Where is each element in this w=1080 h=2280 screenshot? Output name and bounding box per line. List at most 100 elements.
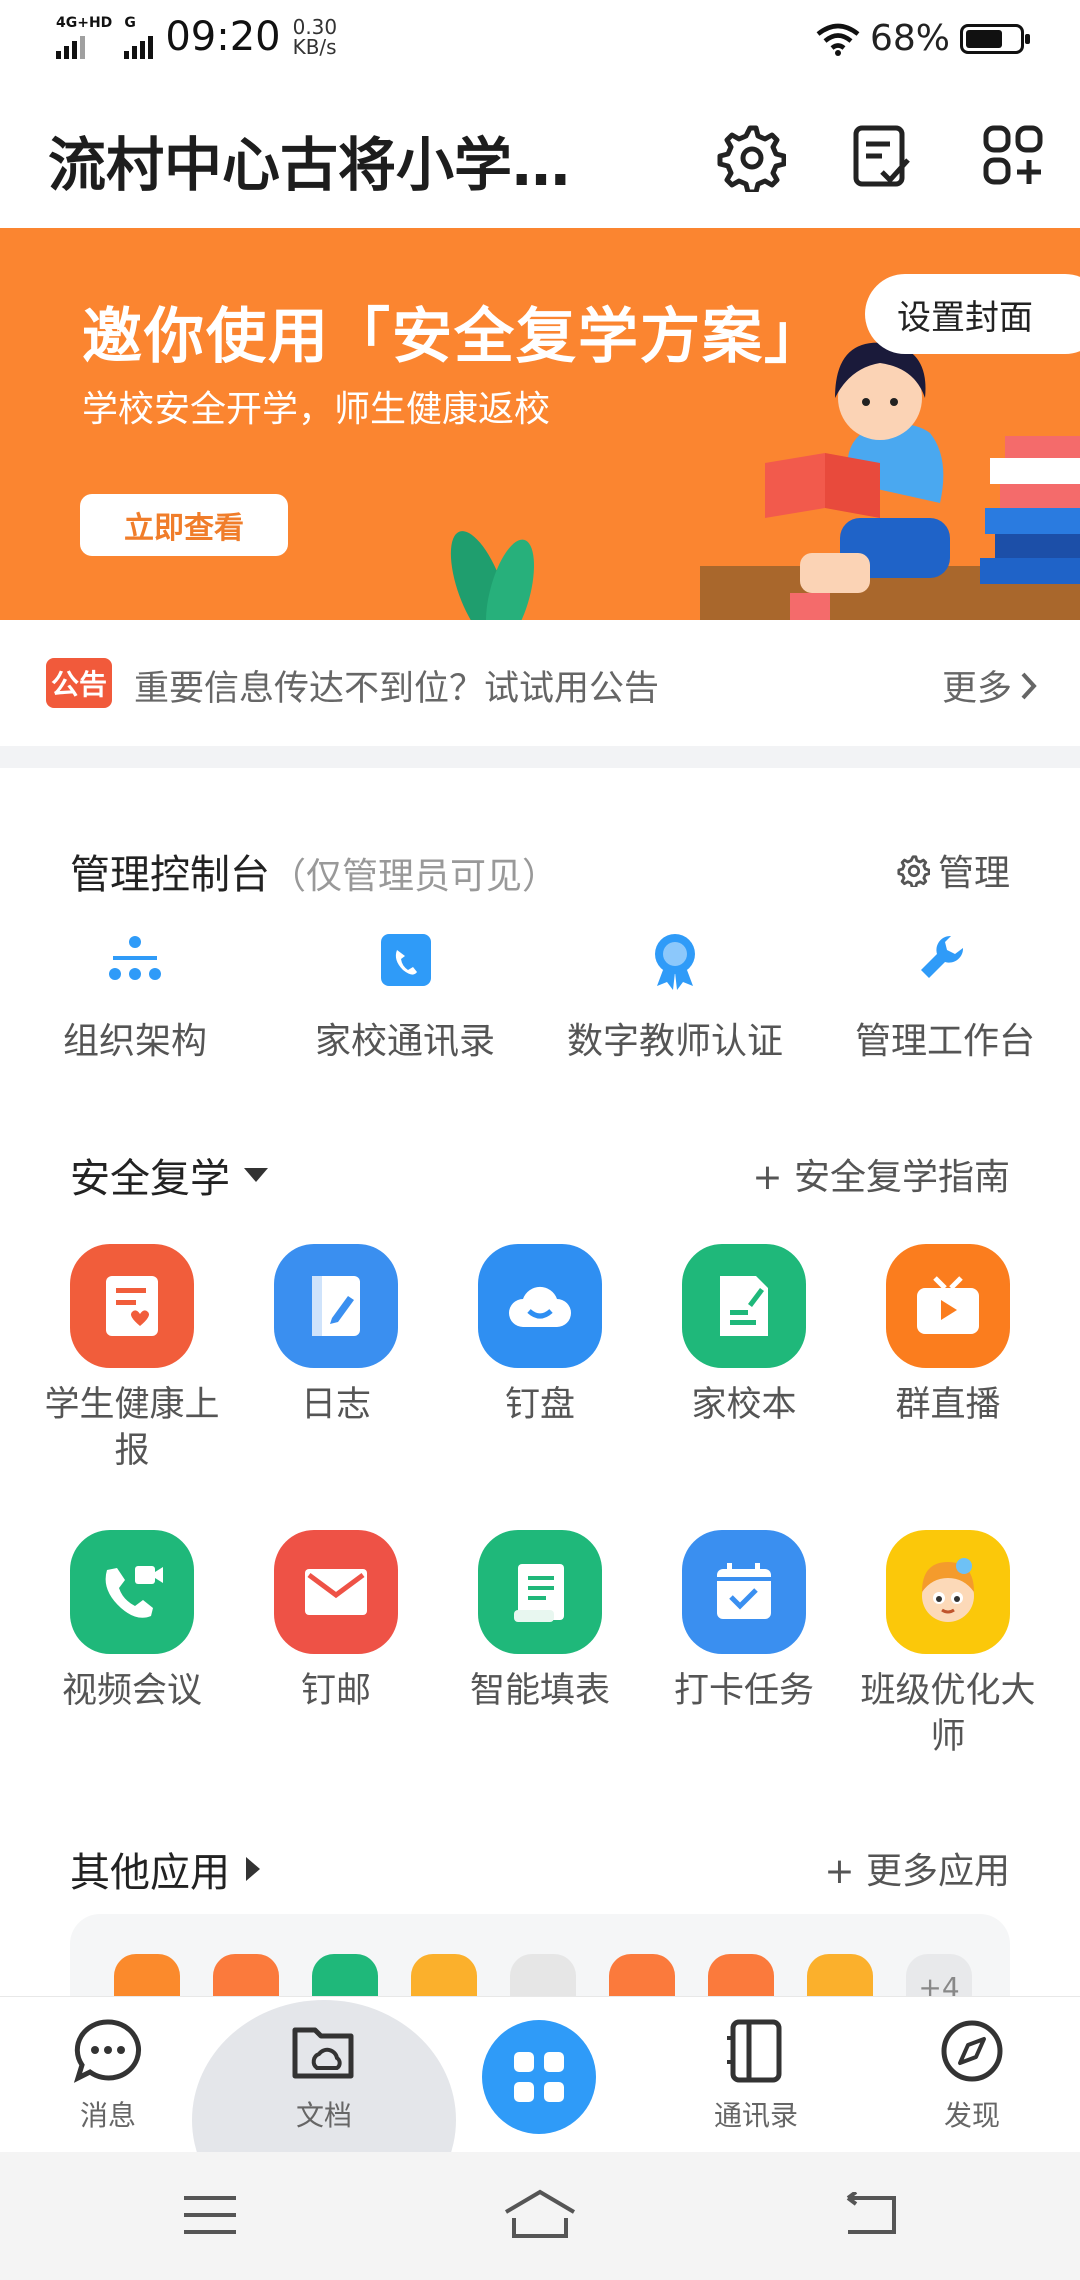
notice-more-link[interactable]: 更多 xyxy=(942,660,1038,711)
network-label-2: G xyxy=(124,15,136,31)
checklist-icon[interactable] xyxy=(846,120,918,192)
speed-unit: KB/s xyxy=(292,35,337,59)
app-mail[interactable]: 钉邮 xyxy=(234,1530,438,1714)
chevron-right-icon xyxy=(1021,672,1037,699)
mail-icon xyxy=(274,1530,398,1654)
app-label: 智能填表 xyxy=(469,1671,610,1711)
nav-discover[interactable]: 发现 xyxy=(902,2018,1042,2134)
nav-label: 文档 xyxy=(295,2099,352,2132)
notice-bar[interactable]: 公告 重要信息传达不到位？试试用公告 更多 xyxy=(0,620,1080,746)
admin-console-subtitle: （仅管理员可见） xyxy=(270,856,559,897)
admin-item-contacts[interactable]: 家校通讯录 xyxy=(270,930,540,1064)
nav-contacts[interactable]: 通讯录 xyxy=(686,2018,826,2134)
menu-icon[interactable] xyxy=(180,2192,240,2238)
nav-docs[interactable]: 文档 xyxy=(254,2018,394,2134)
settings-icon[interactable] xyxy=(714,120,787,195)
promo-banner[interactable]: 邀你使用「安全复学方案」 学校安全开学，师生健康返校 立即查看 设置封面 xyxy=(0,228,1080,620)
chat-bubble-icon xyxy=(73,2019,142,2083)
app-video-meeting[interactable]: 视频会议 xyxy=(30,1530,234,1714)
status-bar: 4G+HD G 09:20 0.30 KB/s 68% xyxy=(0,0,1080,80)
app-smart-form[interactable]: 智能填表 xyxy=(438,1530,642,1714)
home-icon[interactable] xyxy=(500,2188,580,2240)
address-book-icon xyxy=(727,2019,782,2083)
calendar-check-icon xyxy=(682,1530,806,1654)
signal-icon-2 xyxy=(124,31,154,59)
girl-reading-illustration xyxy=(450,342,1080,620)
admin-item-label: 管理工作台 xyxy=(854,1021,1035,1062)
caret-down-icon xyxy=(244,1168,268,1182)
app-label: 视频会议 xyxy=(61,1671,202,1711)
compass-icon xyxy=(941,2020,1003,2082)
notice-text[interactable]: 重要信息传达不到位？试试用公告 xyxy=(134,660,659,711)
other-apps-header[interactable]: 其他应用 xyxy=(70,1840,262,1898)
nav-messages[interactable]: 消息 xyxy=(38,2018,178,2134)
admin-console-header: 管理控制台 （仅管理员可见） xyxy=(70,842,558,900)
org-title[interactable]: 流村中心古将小学… xyxy=(48,118,608,202)
other-apps-strip[interactable]: +4 xyxy=(70,1914,1010,2004)
app-label: 钉邮 xyxy=(300,1671,371,1711)
add-app-icon[interactable] xyxy=(978,120,1050,192)
back-icon[interactable] xyxy=(840,2192,900,2238)
admin-item-label: 组织架构 xyxy=(62,1021,207,1062)
battery-percent: 68% xyxy=(869,18,950,59)
contacts-book-icon xyxy=(381,934,431,986)
app-label: 钉盘 xyxy=(504,1385,575,1425)
speed-value: 0.30 xyxy=(292,15,338,39)
journal-icon xyxy=(274,1244,398,1368)
safe-return-header[interactable]: 安全复学 xyxy=(70,1146,270,1204)
cloud-drive-icon xyxy=(478,1244,602,1368)
admin-console-title: 管理控制台 xyxy=(70,852,270,898)
app-label: 学生健康上报 xyxy=(44,1385,220,1471)
nav-workbench[interactable] xyxy=(482,2020,596,2134)
app-label: 家校本 xyxy=(691,1385,797,1425)
status-left: 4G+HD G 09:20 0.30 KB/s xyxy=(56,14,337,60)
mascot-icon xyxy=(886,1530,1010,1654)
admin-item-org[interactable]: 组织架构 xyxy=(0,930,270,1064)
app-class-master[interactable]: 班级优化大师 xyxy=(846,1530,1050,1760)
app-journal[interactable]: 日志 xyxy=(234,1244,438,1428)
form-icon xyxy=(478,1530,602,1654)
nav-label: 消息 xyxy=(79,2099,136,2132)
app-label: 日志 xyxy=(300,1385,371,1425)
notice-badge: 公告 xyxy=(46,658,112,708)
network-label: 4G+HD xyxy=(56,15,113,31)
admin-item-label: 数字教师认证 xyxy=(566,1021,783,1062)
folder-cloud-icon xyxy=(292,2027,354,2079)
settings-small-icon xyxy=(897,855,930,887)
nav-label: 发现 xyxy=(943,2099,1000,2132)
manage-label: 管理 xyxy=(937,853,1010,894)
notebook-icon xyxy=(682,1244,806,1368)
other-apps-title: 其他应用 xyxy=(70,1850,230,1896)
set-cover-button[interactable]: 设置封面 xyxy=(865,274,1080,354)
more-apps-link[interactable]: + 更多应用 xyxy=(824,1842,1010,1894)
safe-return-guide-link[interactable]: + 安全复学指南 xyxy=(752,1148,1010,1200)
award-badge-icon xyxy=(655,934,695,990)
nav-label: 通讯录 xyxy=(713,2099,798,2132)
app-cloud-drive[interactable]: 钉盘 xyxy=(438,1244,642,1428)
admin-item-workbench[interactable]: 管理工作台 xyxy=(810,930,1080,1064)
section-divider xyxy=(0,746,1080,768)
app-health-report[interactable]: 学生健康上报 xyxy=(30,1244,234,1474)
app-checkin-task[interactable]: 打卡任务 xyxy=(642,1530,846,1714)
workbench-grid-icon xyxy=(514,2052,564,2102)
view-now-button[interactable]: 立即查看 xyxy=(80,494,288,556)
wrench-icon xyxy=(921,935,964,978)
wifi-icon xyxy=(816,23,860,56)
battery-icon xyxy=(960,23,1030,54)
status-right: 68% xyxy=(816,18,1030,59)
safe-return-title: 安全复学 xyxy=(70,1156,230,1202)
live-tv-icon xyxy=(886,1244,1010,1368)
admin-item-teacher-cert[interactable]: 数字教师认证 xyxy=(540,930,810,1064)
app-label: 打卡任务 xyxy=(673,1671,814,1711)
org-chart-icon xyxy=(109,936,161,980)
signal-icon xyxy=(56,31,112,59)
clock: 09:20 xyxy=(165,14,281,60)
app-label: 群直播 xyxy=(895,1385,1001,1425)
app-label: 班级优化大师 xyxy=(860,1671,1036,1757)
app-group-live[interactable]: 群直播 xyxy=(846,1244,1050,1428)
video-call-icon xyxy=(70,1530,194,1654)
network-indicator: 4G+HD G xyxy=(56,15,154,59)
manage-button[interactable]: 管理 xyxy=(896,844,1010,896)
notice-more-label: 更多 xyxy=(941,669,1012,709)
app-home-school-book[interactable]: 家校本 xyxy=(642,1244,846,1428)
